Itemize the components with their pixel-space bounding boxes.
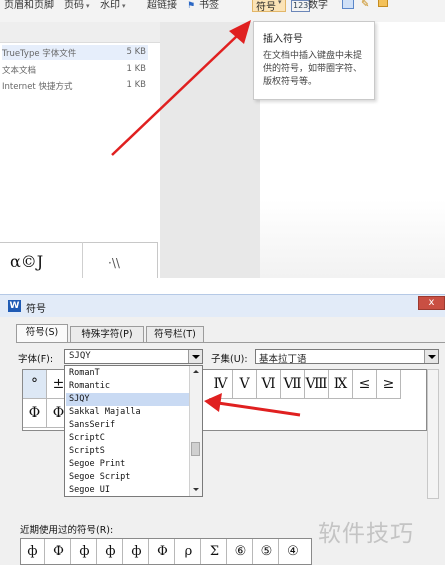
red-arrow-annotation — [111, 20, 251, 156]
watermark-text: 软件技巧 — [318, 521, 414, 547]
screenshot-gap — [0, 278, 445, 294]
wps-ribbon-screenshot: 页眉和页脚 页码 ▾ 水印 ▾ 超链接 ⚑ 书签 符号 ▾ 123 数字 ✎ Tru… — [0, 0, 445, 278]
